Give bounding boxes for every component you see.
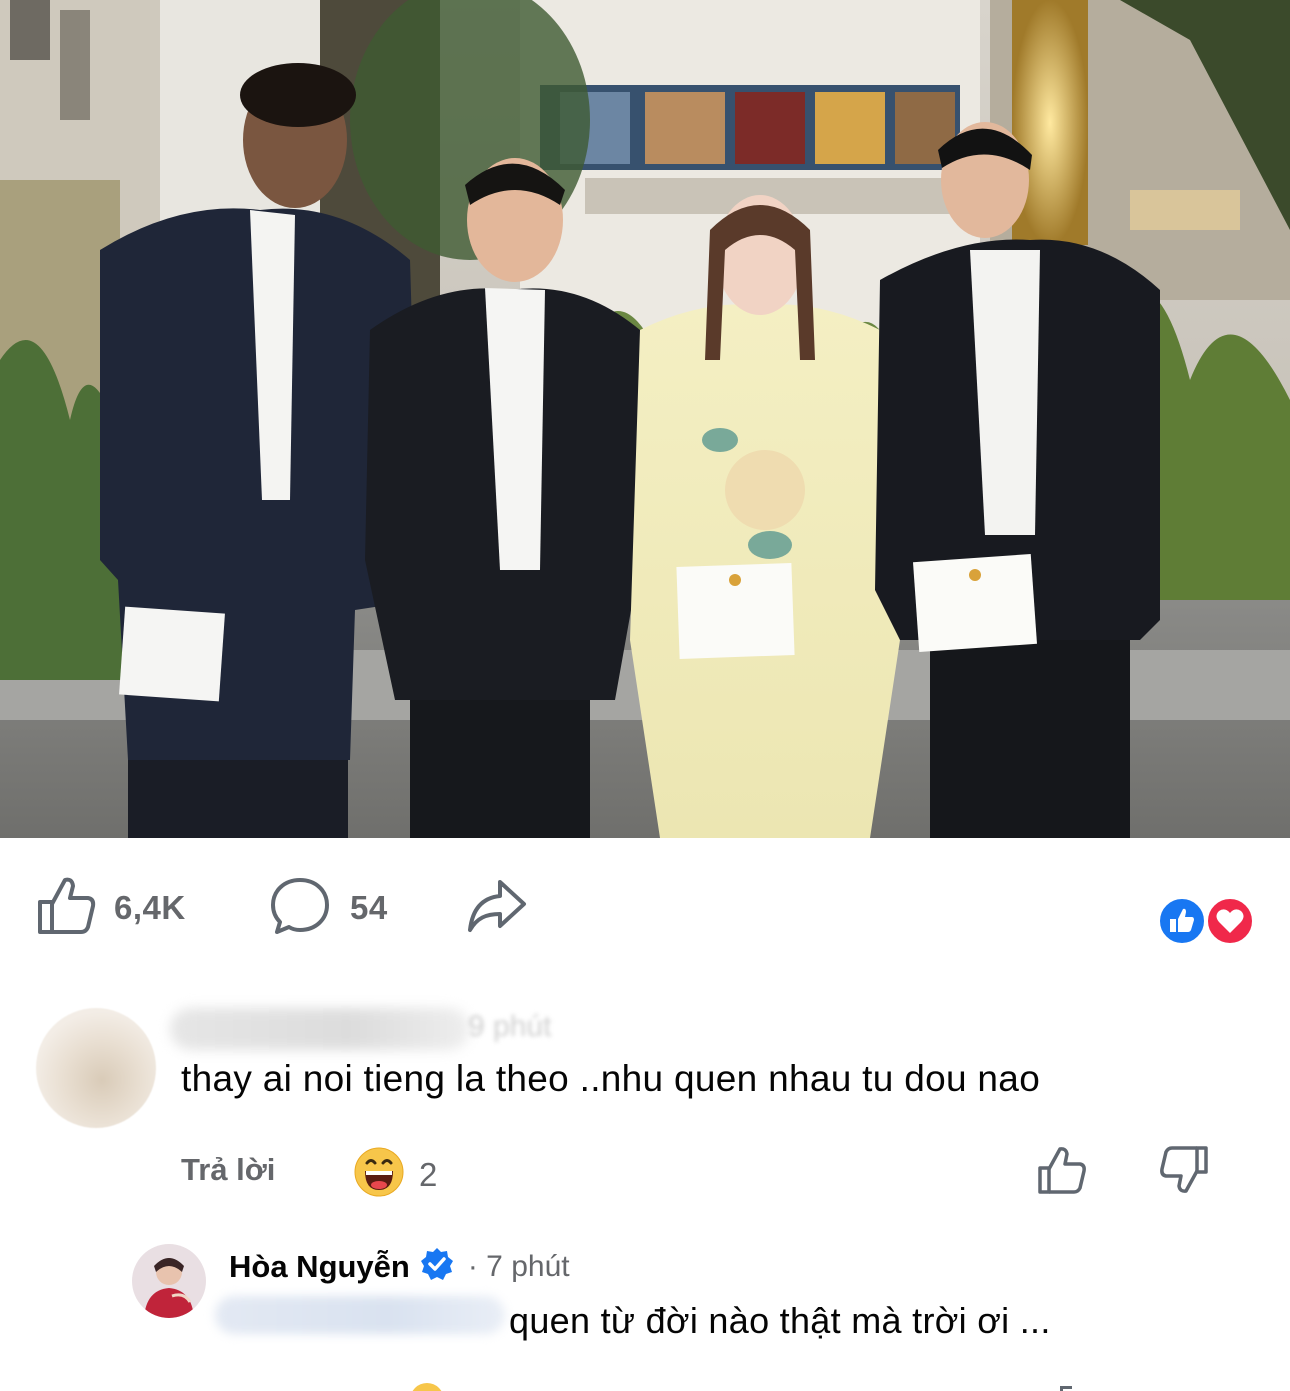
- love-reaction-icon: [1205, 896, 1255, 946]
- like-count: 6,4K: [114, 888, 186, 926]
- thumbs-up-icon: [36, 874, 96, 941]
- photo-scene: [0, 0, 1290, 838]
- grinning-face-icon: [353, 1146, 405, 1203]
- comment-reaction-count: 2: [419, 1155, 438, 1193]
- reply-header: Hòa Nguyễn · 7 phút: [229, 1247, 570, 1286]
- comment-reaction[interactable]: 2: [353, 1146, 437, 1203]
- commenter-avatar[interactable]: [36, 1008, 156, 1128]
- share-arrow-icon: [466, 874, 528, 941]
- comment-time-blurred: 9 phút: [468, 1010, 552, 1043]
- downvote-button[interactable]: [1158, 1144, 1210, 1201]
- reply-time: · 7 phút: [467, 1249, 570, 1283]
- reaction-summary[interactable]: [1157, 896, 1257, 946]
- next-reaction-emoji-icon: [410, 1383, 444, 1391]
- reply-mention-blurred: [215, 1296, 505, 1334]
- commenter-name-blurred: [170, 1008, 470, 1050]
- reply-button[interactable]: Trả lời: [181, 1152, 275, 1188]
- next-thumbs-up-icon: [1060, 1386, 1072, 1391]
- thumbs-down-icon: [1158, 1146, 1210, 1200]
- comment-text: thay ai noi tieng la theo ..nhu quen nha…: [181, 1058, 1041, 1099]
- like-reaction-icon: [1157, 896, 1207, 946]
- thumbs-up-icon: [1036, 1147, 1088, 1200]
- verified-badge-icon: [420, 1247, 454, 1286]
- comment-action[interactable]: 54: [270, 874, 388, 941]
- reply-text: quen từ đời nào thật mà trời ơi ...: [509, 1300, 1051, 1341]
- share-action[interactable]: [466, 874, 528, 941]
- comment-bubble-icon: [270, 874, 330, 941]
- upvote-button[interactable]: [1036, 1144, 1088, 1201]
- comment-count: 54: [350, 888, 388, 926]
- reply-author-avatar[interactable]: [132, 1244, 206, 1318]
- reply-author-name[interactable]: Hòa Nguyễn: [229, 1249, 410, 1285]
- post-photo[interactable]: [0, 0, 1290, 838]
- like-action[interactable]: 6,4K: [36, 874, 186, 941]
